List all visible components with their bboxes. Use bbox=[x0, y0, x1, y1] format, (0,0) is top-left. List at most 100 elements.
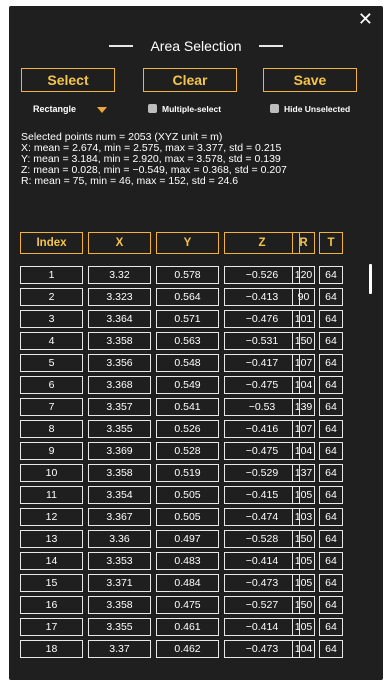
cell-y: 0.578 bbox=[156, 266, 219, 284]
cell-y: 0.519 bbox=[156, 464, 219, 482]
cell-t: 64 bbox=[319, 574, 343, 592]
cell-t: 64 bbox=[319, 398, 343, 416]
cell-r: 105 bbox=[292, 552, 315, 570]
cell-index: 11 bbox=[20, 486, 83, 504]
chevron-down-icon[interactable] bbox=[97, 107, 107, 113]
cell-index: 4 bbox=[20, 332, 83, 350]
shape-dropdown-value[interactable]: Rectangle bbox=[33, 104, 76, 114]
cell-index: 5 bbox=[20, 354, 83, 372]
cell-index: 10 bbox=[20, 464, 83, 482]
cell-t: 64 bbox=[319, 288, 343, 306]
cell-y: 0.475 bbox=[156, 596, 219, 614]
cell-z: −0.526 bbox=[224, 266, 300, 284]
table-row[interactable]: 1 3.32 0.578 −0.526 120 64 bbox=[9, 266, 383, 288]
table-row[interactable]: 17 3.355 0.461 −0.414 105 64 bbox=[9, 618, 383, 640]
table-row[interactable]: 14 3.353 0.483 −0.414 105 64 bbox=[9, 552, 383, 574]
cell-x: 3.358 bbox=[88, 596, 151, 614]
table-row[interactable]: 8 3.355 0.526 −0.416 107 64 bbox=[9, 420, 383, 442]
table-row[interactable]: 15 3.371 0.484 −0.473 105 64 bbox=[9, 574, 383, 596]
cell-x: 3.358 bbox=[88, 464, 151, 482]
cell-z: −0.531 bbox=[224, 332, 300, 350]
table-row[interactable]: 7 3.357 0.541 −0.53 139 64 bbox=[9, 398, 383, 420]
column-header-t[interactable]: T bbox=[319, 232, 343, 254]
close-icon[interactable]: ✕ bbox=[358, 10, 373, 30]
cell-x: 3.36 bbox=[88, 530, 151, 548]
cell-t: 64 bbox=[319, 354, 343, 372]
table-row[interactable]: 18 3.37 0.462 −0.473 104 64 bbox=[9, 640, 383, 662]
area-selection-panel: ✕ Area Selection Select Clear Save Recta… bbox=[9, 6, 383, 680]
cell-y: 0.564 bbox=[156, 288, 219, 306]
cell-index: 3 bbox=[20, 310, 83, 328]
cell-r: 150 bbox=[292, 530, 315, 548]
cell-x: 3.355 bbox=[88, 618, 151, 636]
cell-r: 150 bbox=[292, 332, 315, 350]
table-row[interactable]: 5 3.356 0.548 −0.417 107 64 bbox=[9, 354, 383, 376]
cell-r: 107 bbox=[292, 420, 315, 438]
cell-y: 0.462 bbox=[156, 640, 219, 658]
title-divider-right bbox=[258, 45, 283, 47]
select-button[interactable]: Select bbox=[21, 68, 115, 92]
cell-index: 17 bbox=[20, 618, 83, 636]
cell-y: 0.549 bbox=[156, 376, 219, 394]
cell-y: 0.505 bbox=[156, 486, 219, 504]
cell-r: 90 bbox=[292, 288, 315, 306]
table-scrollbar[interactable] bbox=[369, 264, 372, 294]
title-bar: Area Selection bbox=[9, 38, 383, 54]
title-divider-left bbox=[109, 45, 134, 47]
cell-index: 14 bbox=[20, 552, 83, 570]
table-row[interactable]: 6 3.368 0.549 −0.475 104 64 bbox=[9, 376, 383, 398]
cell-r: 120 bbox=[292, 266, 315, 284]
cell-t: 64 bbox=[319, 618, 343, 636]
hide-unselected-checkbox[interactable] bbox=[270, 104, 279, 113]
stats-r: R: mean = 75, min = 46, max = 152, std =… bbox=[21, 175, 239, 187]
table-row[interactable]: 2 3.323 0.564 −0.413 90 64 bbox=[9, 288, 383, 310]
cell-x: 3.364 bbox=[88, 310, 151, 328]
column-header-z[interactable]: Z bbox=[224, 232, 300, 254]
cell-x: 3.323 bbox=[88, 288, 151, 306]
cell-y: 0.483 bbox=[156, 552, 219, 570]
cell-z: −0.529 bbox=[224, 464, 300, 482]
cell-t: 64 bbox=[319, 530, 343, 548]
cell-x: 3.353 bbox=[88, 552, 151, 570]
cell-z: −0.475 bbox=[224, 376, 300, 394]
cell-y: 0.541 bbox=[156, 398, 219, 416]
cell-index: 7 bbox=[20, 398, 83, 416]
save-button[interactable]: Save bbox=[263, 68, 357, 92]
table-row[interactable]: 11 3.354 0.505 −0.415 105 64 bbox=[9, 486, 383, 508]
table-row[interactable]: 12 3.367 0.505 −0.474 103 64 bbox=[9, 508, 383, 530]
cell-t: 64 bbox=[319, 310, 343, 328]
cell-y: 0.497 bbox=[156, 530, 219, 548]
cell-y: 0.548 bbox=[156, 354, 219, 372]
cell-x: 3.32 bbox=[88, 266, 151, 284]
cell-index: 16 bbox=[20, 596, 83, 614]
cell-z: −0.476 bbox=[224, 310, 300, 328]
cell-x: 3.355 bbox=[88, 420, 151, 438]
cell-index: 8 bbox=[20, 420, 83, 438]
multiple-select-checkbox[interactable] bbox=[148, 104, 157, 113]
column-header-index[interactable]: Index bbox=[20, 232, 83, 254]
selection-stats: Selected points num = 2053 (XYZ unit = m… bbox=[21, 132, 371, 187]
cell-x: 3.368 bbox=[88, 376, 151, 394]
table-row[interactable]: 10 3.358 0.519 −0.529 137 64 bbox=[9, 464, 383, 486]
cell-z: −0.475 bbox=[224, 442, 300, 460]
cell-r: 105 bbox=[292, 574, 315, 592]
cell-z: −0.413 bbox=[224, 288, 300, 306]
cell-t: 64 bbox=[319, 464, 343, 482]
column-header-x[interactable]: X bbox=[88, 232, 151, 254]
table-row[interactable]: 4 3.358 0.563 −0.531 150 64 bbox=[9, 332, 383, 354]
cell-z: −0.414 bbox=[224, 552, 300, 570]
cell-x: 3.371 bbox=[88, 574, 151, 592]
table-row[interactable]: 13 3.36 0.497 −0.528 150 64 bbox=[9, 530, 383, 552]
points-table[interactable]: Index X Y Z R T 1 3.32 0.578 −0.526 120 64 2 3.… bbox=[9, 232, 383, 680]
column-header-r[interactable]: R bbox=[292, 232, 315, 254]
table-row[interactable]: 9 3.369 0.528 −0.475 104 64 bbox=[9, 442, 383, 464]
cell-r: 105 bbox=[292, 486, 315, 504]
cell-y: 0.571 bbox=[156, 310, 219, 328]
cell-z: −0.473 bbox=[224, 574, 300, 592]
options-row: Rectangle Multiple-select Hide Unselecte… bbox=[9, 104, 383, 118]
column-header-y[interactable]: Y bbox=[156, 232, 219, 254]
table-row[interactable]: 16 3.358 0.475 −0.527 150 64 bbox=[9, 596, 383, 618]
table-row[interactable]: 3 3.364 0.571 −0.476 101 64 bbox=[9, 310, 383, 332]
hide-unselected-label: Hide Unselected bbox=[284, 104, 351, 114]
clear-button[interactable]: Clear bbox=[143, 68, 237, 92]
